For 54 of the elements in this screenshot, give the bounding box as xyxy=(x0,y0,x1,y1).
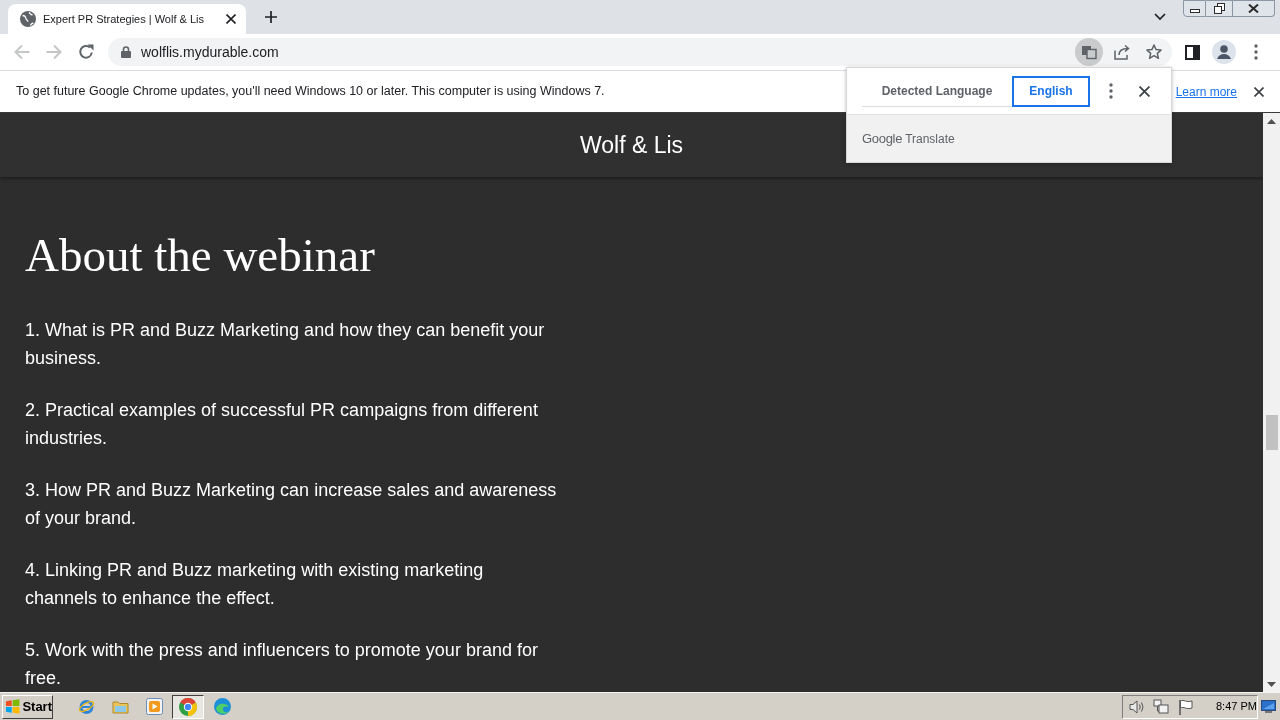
brand-text: Google xyxy=(862,129,903,148)
profile-avatar-icon[interactable] xyxy=(1212,40,1236,64)
scrollbar-thumb[interactable] xyxy=(1265,415,1278,450)
list-item-text: 5. Work with the press and influencers to promote your brand for free. xyxy=(25,639,539,690)
product-text: Translate xyxy=(905,130,955,148)
scroll-up-icon[interactable] xyxy=(1267,119,1276,124)
ring-icon xyxy=(77,698,95,715)
folder-icon xyxy=(111,699,129,714)
reload-icon[interactable] xyxy=(78,44,94,60)
section-heading: About the webinar xyxy=(25,229,375,282)
minimize-icon xyxy=(1189,8,1200,13)
globe-icon xyxy=(20,11,36,27)
close-icon[interactable] xyxy=(1139,85,1150,97)
scrollbar[interactable] xyxy=(1263,113,1280,692)
url-text: wolflis.mydurable.com xyxy=(141,42,279,62)
restore-icon xyxy=(1213,3,1225,14)
restore-button[interactable] xyxy=(1206,0,1233,17)
flag-icon[interactable] xyxy=(1178,698,1193,715)
side-panel-icon[interactable] xyxy=(1185,44,1200,60)
minimize-button[interactable] xyxy=(1183,0,1206,17)
chevron-down-icon[interactable] xyxy=(1154,13,1166,21)
scroll-down-icon[interactable] xyxy=(1267,682,1276,687)
close-icon[interactable] xyxy=(226,14,236,24)
show-desktop-icon[interactable] xyxy=(1261,700,1276,713)
swirl-icon xyxy=(213,698,231,715)
windows-flag-icon xyxy=(5,699,21,714)
list-item-text: 2. Practical examples of successful PR campaigns from different industries. xyxy=(25,399,539,450)
close-icon xyxy=(1248,4,1259,13)
menu-icon[interactable] xyxy=(1254,44,1258,60)
lock-icon[interactable] xyxy=(121,46,131,58)
list-item-text: 4. Linking PR and Buzz marketing with existing marketing channels to enhance the effect. xyxy=(25,559,485,610)
language-tab[interactable]: English xyxy=(1012,75,1090,107)
translate-icon[interactable] xyxy=(1075,38,1103,66)
star-icon[interactable] xyxy=(1146,44,1162,60)
plus-icon[interactable] xyxy=(265,11,277,23)
speaker-icon[interactable] xyxy=(1129,698,1145,715)
site-title[interactable]: Wolf & Lis xyxy=(579,127,684,163)
update-warning-text: To get future Google Chrome updates, you'll need Windows 10 or later. This computer is using Windows 7. xyxy=(16,83,605,101)
list-item-text: 1. What is PR and Buzz Marketing and how they can benefit your business. xyxy=(25,319,546,370)
menu-icon[interactable] xyxy=(1109,83,1113,99)
play-icon xyxy=(145,698,163,715)
learn-more-link[interactable]: Learn more xyxy=(1175,82,1237,101)
network-icon[interactable] xyxy=(1153,698,1169,715)
taskbar-button[interactable] xyxy=(172,694,204,719)
window-close-button[interactable] xyxy=(1233,0,1275,17)
list-item-text: 3. How PR and Buzz Marketing can increase sales and awareness of your brand. xyxy=(25,479,558,530)
share-icon[interactable] xyxy=(1114,44,1130,60)
language-tab[interactable]: Detected Language xyxy=(862,75,1012,107)
browser-tab[interactable]: Expert PR Strategies | Wolf & Lis xyxy=(8,4,246,34)
address-bar[interactable]: wolflis.mydurable.com xyxy=(108,38,1172,66)
close-icon[interactable] xyxy=(1254,86,1264,97)
segmented-circle-icon xyxy=(179,697,197,716)
clock-text[interactable]: 8:47 PM xyxy=(1216,698,1257,715)
start-button[interactable]: Start xyxy=(2,694,53,719)
